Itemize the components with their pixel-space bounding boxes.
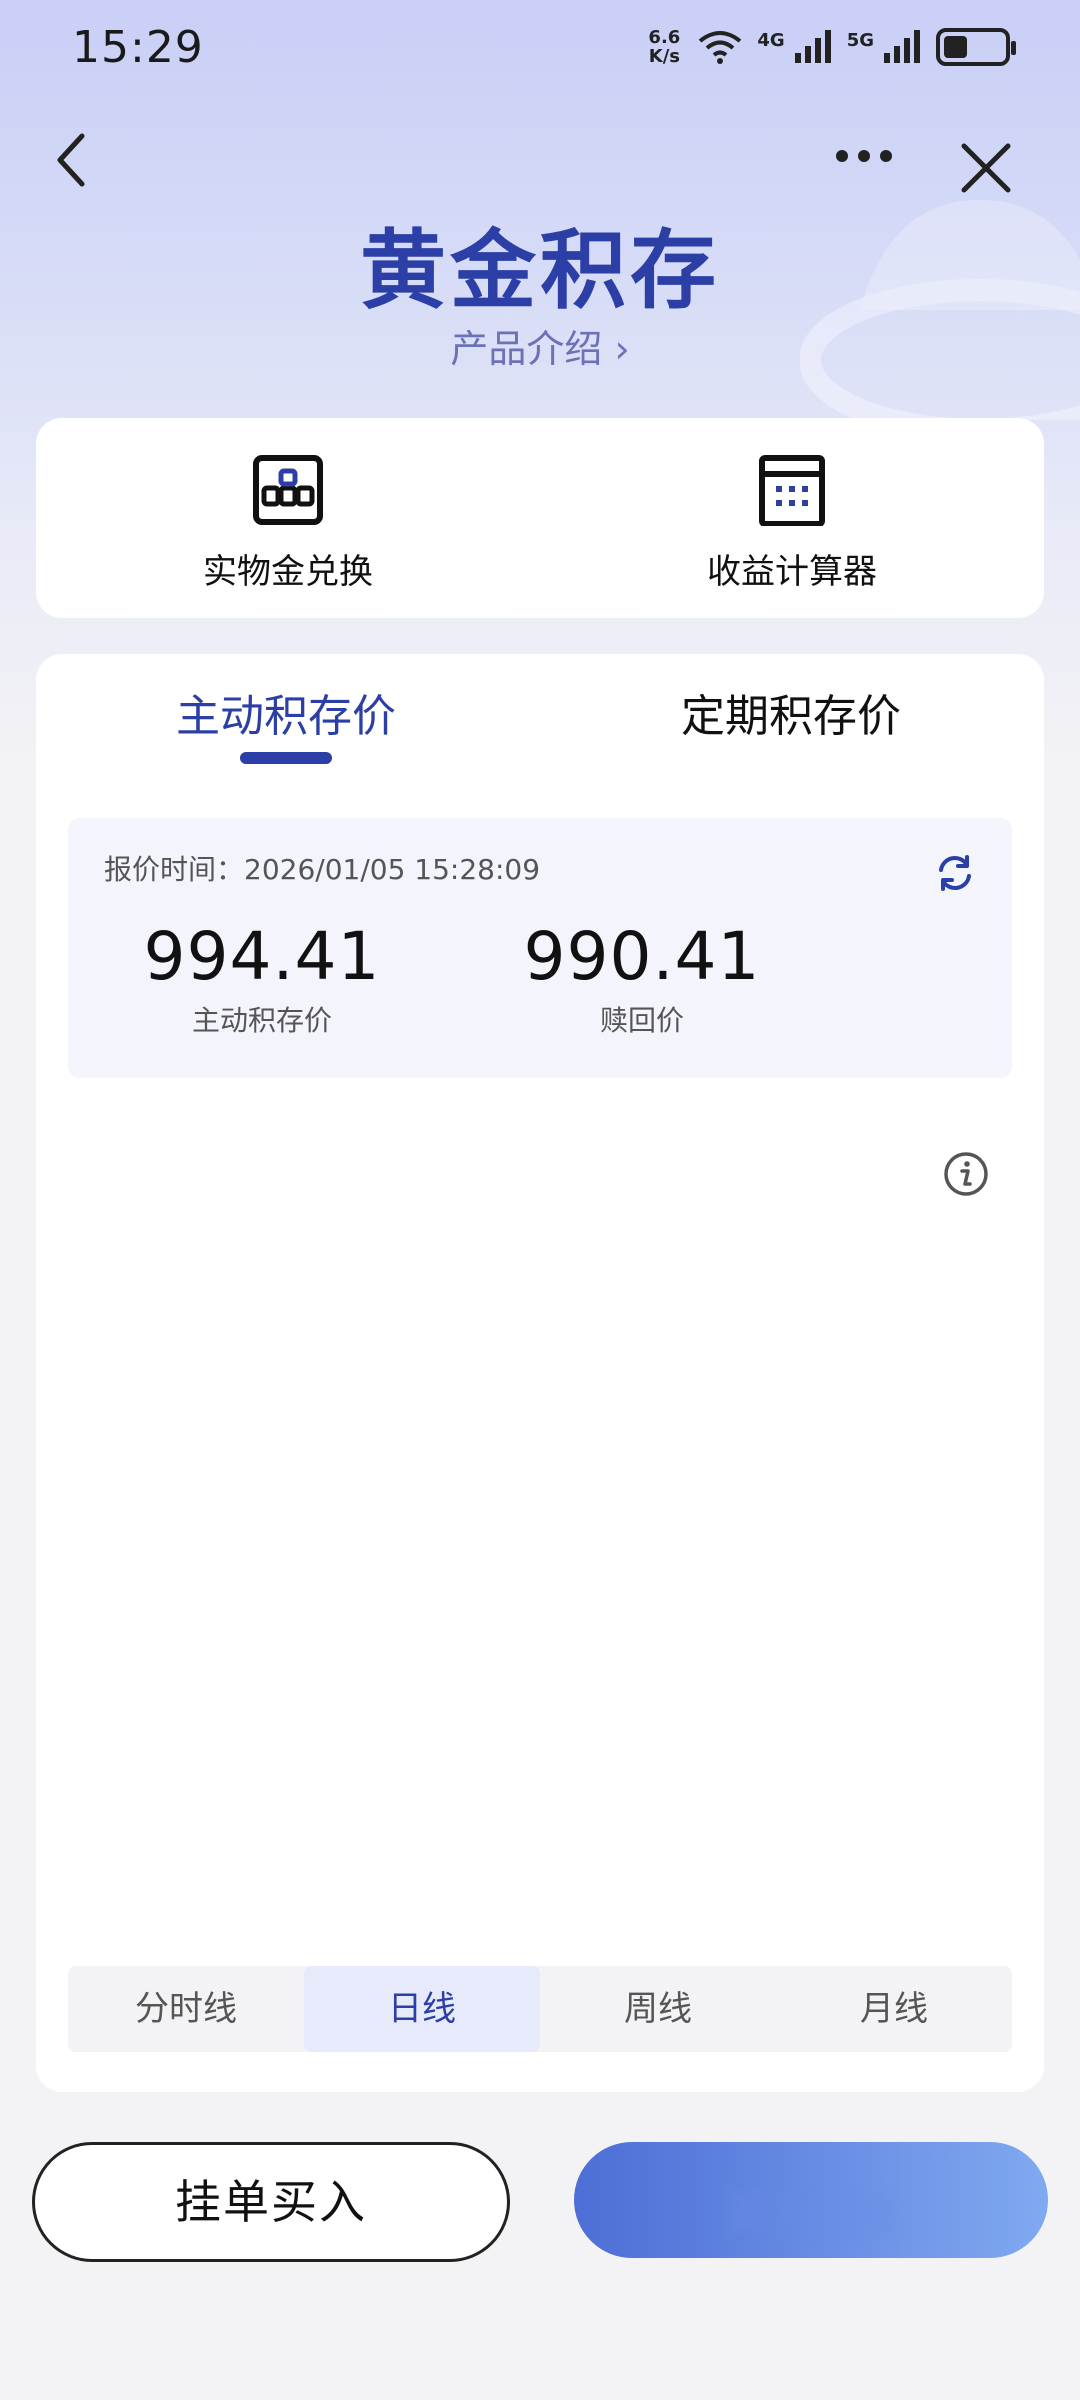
network-type-4g: 4G (757, 29, 785, 51)
gold-exchange-button[interactable]: 实物金兑换 (36, 418, 540, 618)
range-tab-daily[interactable]: 日线 (304, 1966, 540, 2052)
tab-active-deposit-price[interactable]: 主动积存价 (86, 680, 486, 744)
status-bar: 15:29 6.6 K/s 4G 5G (0, 0, 1080, 100)
page-title: 黄金积存 (360, 221, 720, 321)
active-deposit-price-label: 主动积存价 (191, 1004, 332, 1037)
buy-gold-button[interactable]: 买入黄金 (574, 2142, 1048, 2258)
calculator-button[interactable]: 收益计算器 (540, 418, 1044, 618)
redemption-price-value: 990.41 (523, 918, 761, 995)
redemption-price: 990.41 赎回价 (482, 918, 802, 1039)
network-type-5g: 5G (846, 29, 874, 51)
gold-exchange-icon (253, 455, 323, 525)
clock: 15:29 (72, 22, 204, 73)
tab-indicator (240, 752, 332, 764)
calculator-label: 收益计算器 (707, 552, 877, 592)
range-tab-monthly[interactable]: 月线 (776, 1966, 1012, 2052)
gold-exchange-label: 实物金兑换 (203, 552, 373, 592)
calculator-icon (759, 455, 825, 526)
quote-time: 报价时间：2026/01/05 15:28:09 (104, 853, 541, 886)
more-dot-icon (880, 150, 892, 162)
more-dot-icon (836, 150, 848, 162)
more-options-button[interactable] (836, 150, 892, 162)
active-deposit-price-value: 994.41 (143, 918, 381, 995)
buy-gold-label: 买入黄金 (723, 2189, 899, 2240)
back-arrow-icon[interactable] (48, 130, 98, 190)
battery-icon (936, 28, 1016, 66)
place-order-button[interactable]: 挂单买入 (32, 2142, 510, 2262)
quote-panel: 报价时间：2026/01/05 15:28:09 994.41 主动积存价 99… (68, 818, 1012, 1078)
wifi-icon (699, 31, 742, 64)
network-speed: 6.6 K/s (648, 27, 681, 67)
close-icon[interactable] (958, 140, 1014, 196)
active-deposit-price: 994.41 主动积存价 (102, 918, 422, 1039)
chart-range-selector: 分时线 日线 周线 月线 (68, 1966, 1012, 2052)
redemption-price-label: 赎回价 (599, 1004, 684, 1037)
refresh-icon[interactable] (934, 852, 976, 894)
product-intro-link[interactable]: 产品介绍 › (0, 318, 1080, 373)
price-card: 主动积存价 定期积存价 报价时间：2026/01/05 15:28:09 994… (36, 654, 1044, 2092)
range-tab-intraday[interactable]: 分时线 (68, 1966, 304, 2052)
tab-fixed-deposit-price[interactable]: 定期积存价 (591, 680, 991, 744)
range-tab-weekly[interactable]: 周线 (540, 1966, 776, 2052)
more-dot-icon (858, 150, 870, 162)
quick-actions-card: 实物金兑换 收益计算器 (36, 418, 1044, 618)
signal-strength-icon (884, 30, 920, 63)
info-icon[interactable] (942, 1150, 990, 1198)
signal-strength-icon (794, 30, 831, 63)
